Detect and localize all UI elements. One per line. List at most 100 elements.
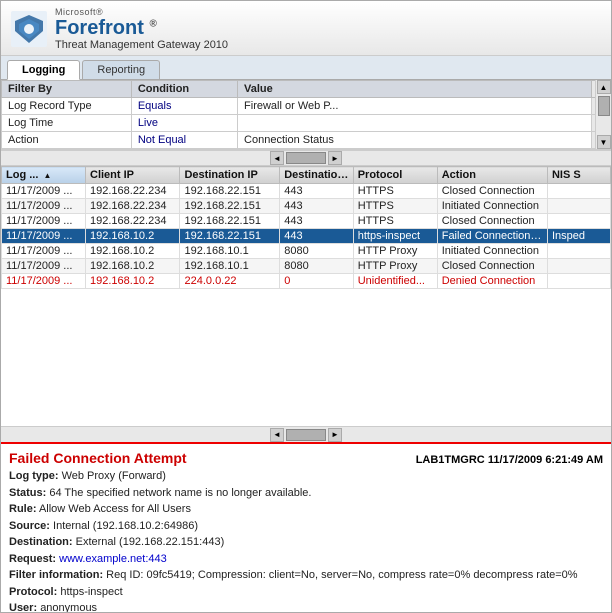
scroll-up-btn[interactable]: ▲ (597, 80, 611, 94)
hscroll-thumb[interactable] (286, 152, 326, 164)
col-header-destport[interactable]: Destination Port (280, 167, 354, 184)
hscroll-left-btn[interactable]: ◄ (270, 151, 284, 165)
header: Microsoft® Forefront ® Threat Management… (1, 1, 611, 56)
detail-panel: Failed Connection Attempt LAB1TMGRC 11/1… (1, 442, 611, 612)
log-cell-action: Closed Connection (437, 259, 547, 274)
log-table-wrapper: Log ... ▲ Client IP Destination IP Desti… (1, 166, 611, 426)
log-table: Log ... ▲ Client IP Destination IP Desti… (1, 166, 611, 289)
detail-source-label: Source: (9, 520, 50, 532)
filter-filterby-1: Log Record Type (2, 98, 132, 115)
col-header-destip[interactable]: Destination IP (180, 167, 280, 184)
detail-filter-row: Filter information: Req ID: 09fc5419; Co… (9, 567, 603, 584)
log-cell-log_time: 11/17/2009 ... (2, 214, 86, 229)
log-cell-nis_s (547, 244, 610, 259)
detail-user-row: User: anonymous (9, 600, 603, 612)
log-cell-dest_ip: 224.0.0.22 (180, 274, 280, 289)
log-table-row[interactable]: 11/17/2009 ...192.168.10.2192.168.10.180… (2, 259, 611, 274)
detail-logtype-label: Log type: (9, 470, 59, 482)
log-cell-client_ip: 192.168.22.234 (86, 214, 180, 229)
filter-col-value: Value (238, 81, 592, 98)
hscroll-right-btn[interactable]: ► (328, 151, 342, 165)
tab-reporting[interactable]: Reporting (82, 60, 160, 79)
log-table-row[interactable]: 11/17/2009 ...192.168.10.2192.168.10.180… (2, 244, 611, 259)
filter-filterby-3: Action (2, 132, 132, 149)
log-cell-client_ip: 192.168.10.2 (86, 229, 180, 244)
detail-filter-value: Req ID: 09fc5419; Compression: client=No… (106, 569, 577, 581)
detail-request-value[interactable]: www.example.net:443 (59, 553, 167, 565)
detail-logtype-row: Log type: Web Proxy (Forward) (9, 468, 603, 485)
col-header-nis[interactable]: NIS S (547, 167, 610, 184)
log-cell-protocol: HTTPS (353, 199, 437, 214)
log-cell-dest_ip: 192.168.22.151 (180, 229, 280, 244)
col-header-log[interactable]: Log ... ▲ (2, 167, 86, 184)
log-cell-log_time: 11/17/2009 ... (2, 259, 86, 274)
log-hscroll-right[interactable]: ► (328, 428, 342, 442)
log-cell-log_time: 11/17/2009 ... (2, 244, 86, 259)
log-table-row[interactable]: 11/17/2009 ...192.168.22.234192.168.22.1… (2, 184, 611, 199)
tabs-bar: Logging Reporting (1, 56, 611, 80)
log-cell-client_ip: 192.168.22.234 (86, 199, 180, 214)
log-cell-action: Initiated Connection (437, 244, 547, 259)
detail-dest-label: Destination: (9, 536, 73, 548)
filter-table: Filter By Condition Value Log Record Typ… (1, 80, 611, 149)
log-cell-dest_ip: 192.168.22.151 (180, 184, 280, 199)
log-cell-client_ip: 192.168.10.2 (86, 274, 180, 289)
detail-header: Failed Connection Attempt LAB1TMGRC 11/1… (9, 450, 603, 466)
filter-row[interactable]: Log Time Live (2, 115, 611, 132)
log-cell-action: Denied Connection (437, 274, 547, 289)
filter-condition-2: Live (131, 115, 237, 132)
log-cell-dest_port: 443 (280, 184, 354, 199)
detail-rule-row: Rule: Allow Web Access for All Users (9, 501, 603, 518)
log-cell-protocol: HTTP Proxy (353, 259, 437, 274)
log-table-row[interactable]: 11/17/2009 ...192.168.22.234192.168.22.1… (2, 199, 611, 214)
detail-request-row: Request: www.example.net:443 (9, 551, 603, 568)
log-cell-nis_s (547, 199, 610, 214)
filter-value-3: Connection Status (238, 132, 592, 149)
brand-name: Forefront ® (55, 17, 228, 39)
detail-rule-value: Allow Web Access for All Users (39, 503, 191, 515)
filter-vscrollbar[interactable]: ▲ ▼ (595, 80, 611, 149)
tab-logging[interactable]: Logging (7, 60, 80, 80)
filter-col-filterby: Filter By (2, 81, 132, 98)
filter-filterby-2: Log Time (2, 115, 132, 132)
detail-logtype-value: Web Proxy (Forward) (62, 470, 166, 482)
log-cell-dest_port: 0 (280, 274, 354, 289)
log-cell-protocol: HTTP Proxy (353, 244, 437, 259)
log-cell-dest_port: 443 (280, 214, 354, 229)
filter-condition-3: Not Equal (131, 132, 237, 149)
detail-user-value: anonymous (40, 602, 97, 612)
forefront-logo-icon (11, 11, 47, 47)
log-table-row[interactable]: 11/17/2009 ...192.168.10.2192.168.22.151… (2, 229, 611, 244)
filter-row[interactable]: Log Record Type Equals Firewall or Web P… (2, 98, 611, 115)
col-header-action[interactable]: Action (437, 167, 547, 184)
scroll-thumb[interactable] (598, 96, 610, 116)
log-cell-dest_ip: 192.168.10.1 (180, 259, 280, 274)
log-table-row[interactable]: 11/17/2009 ...192.168.10.2224.0.0.220Uni… (2, 274, 611, 289)
sort-arrow: ▲ (43, 171, 51, 180)
detail-request-label: Request: (9, 553, 56, 565)
filter-condition-1: Equals (131, 98, 237, 115)
detail-protocol-row: Protocol: https-inspect (9, 584, 603, 601)
log-cell-action: Initiated Connection (437, 199, 547, 214)
brand-text: Microsoft® Forefront ® Threat Management… (55, 7, 228, 51)
scroll-down-btn[interactable]: ▼ (597, 135, 611, 149)
detail-status-value: 64 The specified network name is no long… (49, 487, 311, 499)
log-cell-nis_s (547, 259, 610, 274)
detail-source-value: Internal (192.168.10.2:64986) (53, 520, 198, 532)
filter-row[interactable]: Action Not Equal Connection Status (2, 132, 611, 149)
log-hscroll-thumb[interactable] (286, 429, 326, 441)
col-header-clientip[interactable]: Client IP (86, 167, 180, 184)
log-cell-dest_ip: 192.168.22.151 (180, 199, 280, 214)
detail-body: Log type: Web Proxy (Forward) Status: 64… (9, 468, 603, 612)
detail-dest-row: Destination: External (192.168.22.151:44… (9, 534, 603, 551)
brand-ms: Microsoft® (55, 7, 228, 17)
log-cell-log_time: 11/17/2009 ... (2, 199, 86, 214)
filter-hscrollbar: ◄ ► (1, 150, 611, 166)
col-header-protocol[interactable]: Protocol (353, 167, 437, 184)
log-cell-action: Failed Connection Attempt (437, 229, 547, 244)
log-cell-dest_ip: 192.168.10.1 (180, 244, 280, 259)
log-hscroll-left[interactable]: ◄ (270, 428, 284, 442)
detail-dest-value: External (192.168.22.151:443) (76, 536, 225, 548)
log-table-row[interactable]: 11/17/2009 ...192.168.22.234192.168.22.1… (2, 214, 611, 229)
detail-filter-label: Filter information: (9, 569, 103, 581)
